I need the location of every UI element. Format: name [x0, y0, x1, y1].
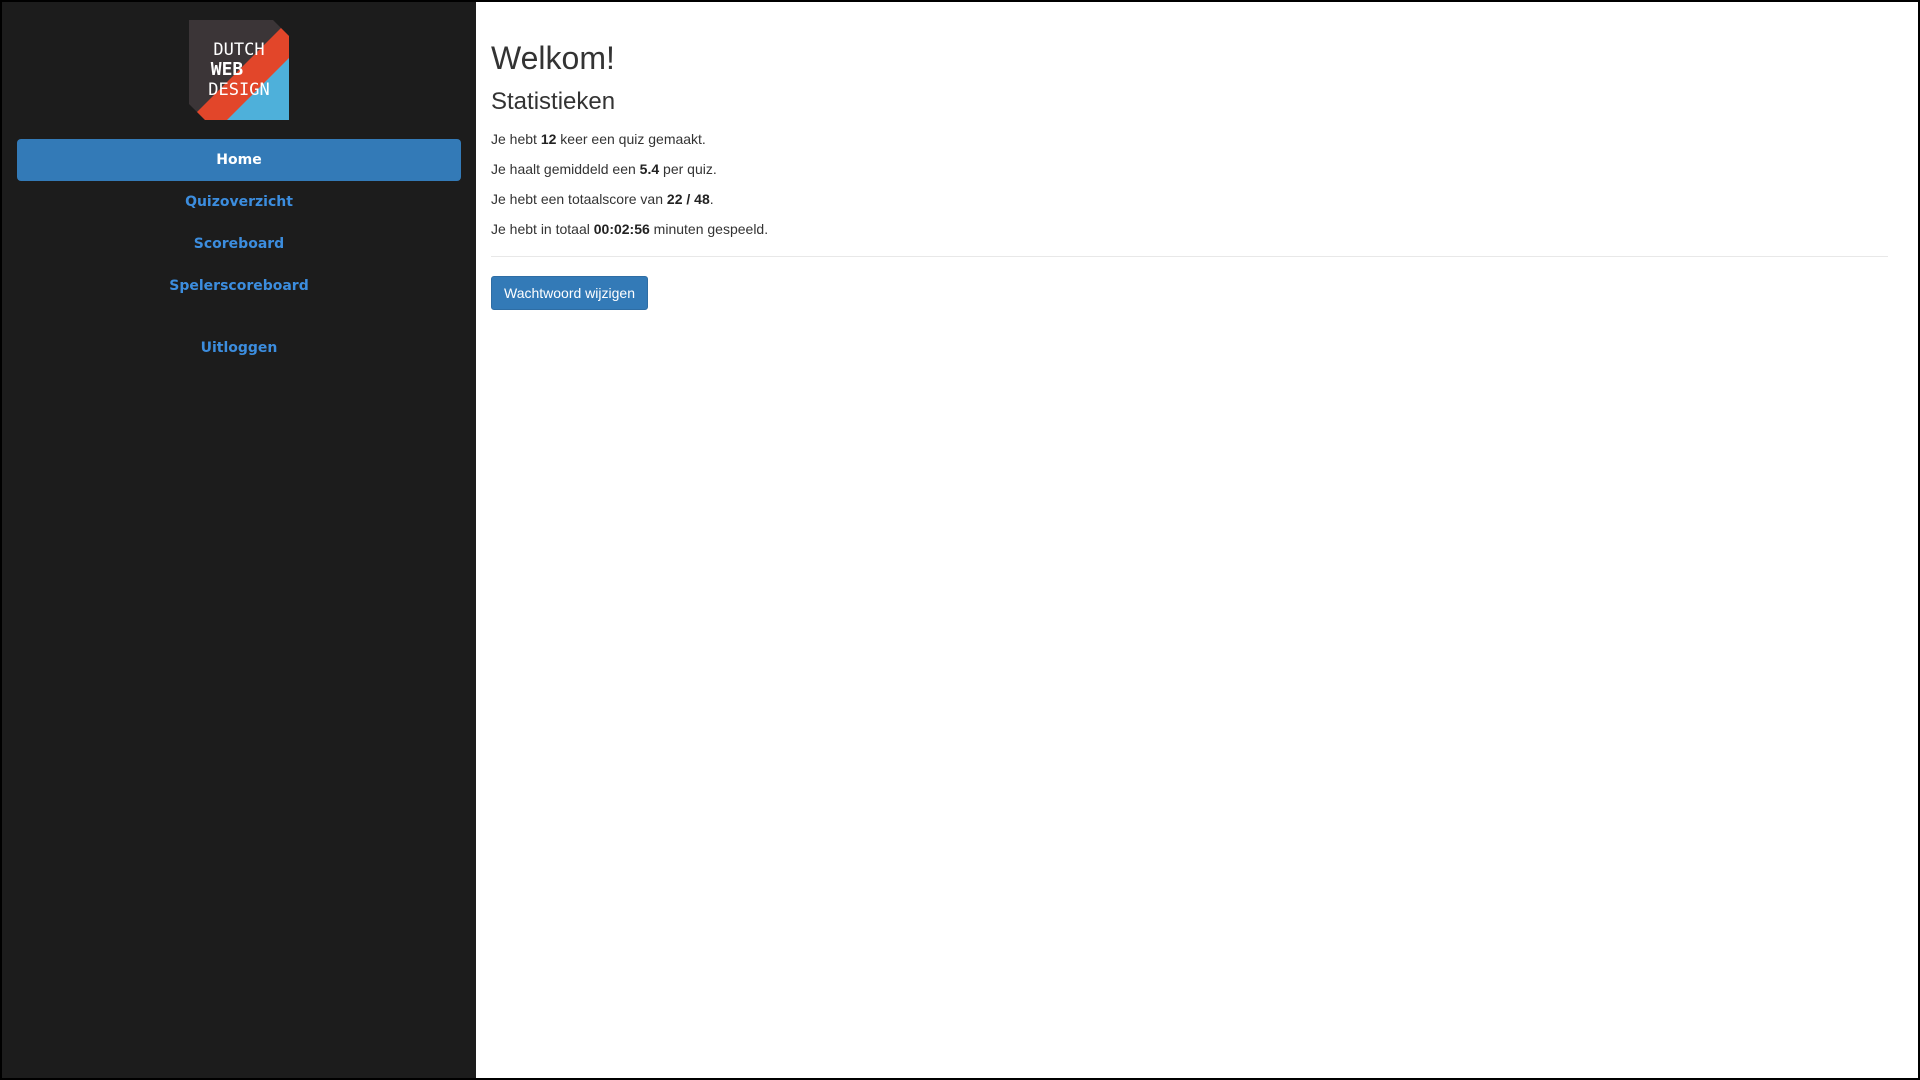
stat-play-time-prefix: Je hebt in totaal — [491, 220, 594, 237]
nav-link-spelerscoreboard[interactable]: Spelerscoreboard — [17, 265, 461, 307]
sidebar-nav: Home Quizoverzicht Scoreboard Spelerscor… — [2, 139, 476, 369]
stat-average-suffix: per quiz. — [659, 160, 717, 177]
stat-total-score-separator: / — [682, 190, 695, 207]
nav-spacer — [17, 307, 461, 327]
stat-quiz-count: Je hebt 12 keer een quiz gemaakt. — [491, 124, 1888, 154]
stat-total-score-score: 22 — [666, 190, 683, 207]
sidebar-item-uitloggen: Uitloggen — [17, 327, 461, 369]
nav-link-quizoverzicht[interactable]: Quizoverzicht — [17, 181, 461, 223]
stat-total-score: Je hebt een totaalscore van 22 / 48. — [491, 184, 1888, 214]
sidebar-item-spelerscoreboard: Spelerscoreboard — [17, 265, 461, 307]
stat-play-time-suffix: minuten gespeeld. — [649, 220, 769, 237]
stat-total-score-prefix: Je hebt een totaalscore van — [491, 190, 667, 207]
change-password-button[interactable]: Wachtwoord wijzigen — [491, 275, 648, 310]
logo-line-3: DESIGN — [208, 80, 269, 100]
stat-quiz-count-suffix: keer een quiz gemaakt. — [556, 130, 706, 147]
stat-total-score-max: 48 — [694, 190, 710, 207]
sidebar-item-quizoverzicht: Quizoverzicht — [17, 181, 461, 223]
divider — [491, 255, 1888, 257]
logo-line-2: WEB — [211, 59, 244, 80]
nav-link-scoreboard[interactable]: Scoreboard — [17, 223, 461, 265]
stat-total-score-suffix: . — [709, 190, 714, 207]
nav-link-home[interactable]: Home — [17, 139, 461, 181]
stat-quiz-count-value: 12 — [540, 130, 557, 147]
stat-play-time-value: 00:02:56 — [593, 220, 650, 237]
stat-quiz-count-prefix: Je hebt — [491, 130, 541, 147]
dutch-web-design-logo[interactable]: DUTCH WEB DESIGN — [189, 20, 289, 120]
stat-play-time: Je hebt in totaal 00:02:56 minuten gespe… — [491, 214, 1888, 244]
nav-link-logout[interactable]: Uitloggen — [17, 327, 461, 369]
stat-average-prefix: Je haalt gemiddeld een — [491, 160, 640, 177]
stats-heading: Statistieken — [491, 88, 616, 116]
app-frame: DUTCH WEB DESIGN Home Quizoverzicht Scor… — [0, 0, 1920, 1080]
sidebar-item-scoreboard: Scoreboard — [17, 223, 461, 265]
main-content: Welkom! Statistieken Je hebt 12 keer een… — [476, 2, 1918, 1078]
stat-average-value: 5.4 — [639, 160, 660, 177]
sidebar: DUTCH WEB DESIGN Home Quizoverzicht Scor… — [2, 2, 476, 1078]
logo-graphic: DUTCH WEB DESIGN — [189, 20, 289, 120]
logo-line-1: DUTCH — [213, 40, 264, 60]
sidebar-item-home: Home — [17, 139, 461, 181]
stat-average: Je haalt gemiddeld een 5.4 per quiz. — [491, 154, 1888, 184]
stat-total-score-value: 22 / 48 — [667, 191, 710, 207]
page-title: Welkom! — [491, 40, 615, 76]
